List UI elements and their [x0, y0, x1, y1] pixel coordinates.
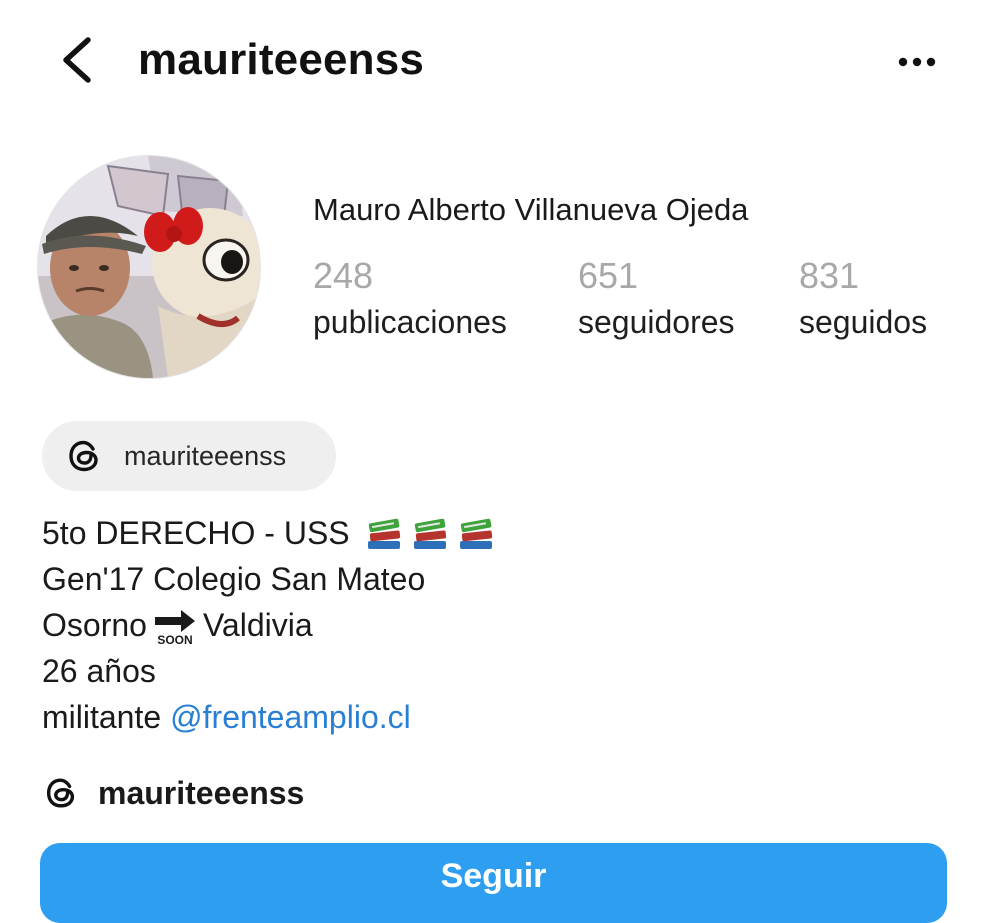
more-options-button[interactable] [886, 40, 950, 84]
soon-arrow-icon: SOON [154, 610, 195, 645]
bio-line-5-prefix: militante [42, 699, 162, 735]
soon-glyph-label: SOON [157, 633, 192, 645]
books-icon [367, 518, 400, 549]
following-label: seguidos [799, 304, 928, 340]
profile-photo [38, 156, 260, 378]
threads-icon [69, 440, 98, 472]
profile-bio: 5to DERECHO - USS Gen'17 Colegio San Mat… [42, 510, 496, 740]
chevron-left-icon [63, 37, 91, 83]
followers-label: seguidores [578, 304, 735, 340]
bio-line-4: 26 años [42, 653, 156, 689]
threads-badge-button[interactable]: mauriteeenss [42, 421, 336, 491]
back-button[interactable] [52, 30, 108, 90]
followers-stat[interactable]: 651 seguidores [578, 256, 735, 342]
bio-line-3-to: Valdivia [202, 607, 313, 643]
threads-link-label: mauriteeenss [98, 774, 305, 811]
bio-line-3-from: Osorno [42, 607, 147, 643]
mention-link[interactable]: @frenteamplio.cl [170, 694, 411, 740]
page-title: mauriteeenss [138, 35, 425, 84]
threads-badge-label: mauriteeenss [124, 440, 287, 471]
threads-profile-link[interactable]: mauriteeenss [42, 768, 304, 818]
posts-count: 248 [313, 255, 374, 296]
bio-line-1-text: 5to DERECHO - USS [42, 515, 350, 551]
books-icon [413, 518, 446, 549]
following-stat[interactable]: 831 seguidos [799, 256, 927, 342]
threads-icon [46, 778, 75, 808]
bio-line-5: militante @frenteamplio.cl [42, 694, 496, 740]
books-icon [459, 518, 492, 549]
bio-line-2: Gen'17 Colegio San Mateo [42, 561, 426, 597]
following-count: 831 [799, 255, 860, 296]
follow-button[interactable]: Seguir [40, 843, 947, 923]
more-horizontal-icon [898, 57, 936, 67]
profile-full-name: Mauro Alberto Villanueva Ojeda [313, 192, 749, 227]
followers-count: 651 [578, 255, 639, 296]
posts-stat[interactable]: 248 publicaciones [313, 256, 507, 342]
posts-label: publicaciones [313, 304, 507, 340]
bio-line-3: Osorno SOON Valdivia [42, 602, 496, 648]
bio-line-1: 5to DERECHO - USS [42, 510, 496, 556]
avatar[interactable] [38, 156, 260, 378]
